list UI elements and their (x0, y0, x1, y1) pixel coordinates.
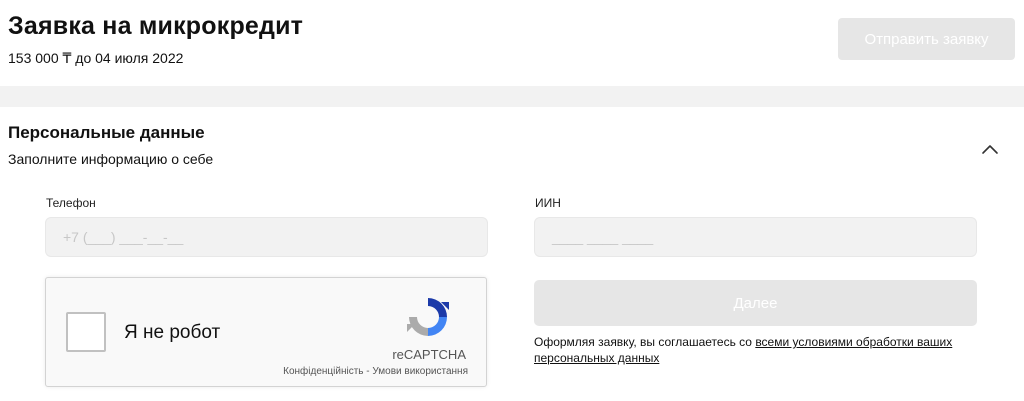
next-button[interactable]: Далее (534, 280, 977, 326)
submit-application-button[interactable]: Отправить заявку (838, 18, 1015, 60)
page-header: Заявка на микрокредит 153 000 ₸ до 04 ию… (0, 0, 1024, 86)
loan-summary: 153 000 ₸ до 04 июля 2022 (8, 50, 184, 66)
consent-text: Оформляя заявку, вы соглашаетесь со всем… (534, 334, 984, 366)
recaptcha-privacy-link[interactable]: Конфіденційність (283, 366, 363, 377)
recaptcha-terms-link[interactable]: Умови використання (372, 366, 468, 377)
recaptcha-label: Я не робот (124, 322, 221, 343)
consent-prefix: Оформляя заявку, вы соглашаетесь со (534, 335, 756, 349)
iin-label: ИИН (535, 196, 561, 210)
recaptcha-logo-icon (407, 298, 449, 336)
recaptcha-widget: Я не робот reCAPTCHA Конфіденційність - … (45, 277, 487, 387)
section-subtitle: Заполните информацию о себе (8, 151, 214, 167)
iin-input[interactable]: ____ ____ ____ (534, 217, 977, 257)
recaptcha-brand: reCAPTCHA (392, 347, 466, 362)
recaptcha-checkbox[interactable] (66, 312, 106, 352)
chevron-up-icon[interactable] (980, 141, 1000, 157)
phone-label: Телефон (46, 196, 96, 210)
page-title: Заявка на микрокредит (8, 12, 304, 40)
phone-input[interactable]: +7 (___) ___-__-__ (45, 217, 488, 257)
section-title: Персональные данные (8, 123, 205, 142)
section-divider (0, 86, 1024, 107)
recaptcha-links: Конфіденційність - Умови використання (283, 366, 468, 377)
